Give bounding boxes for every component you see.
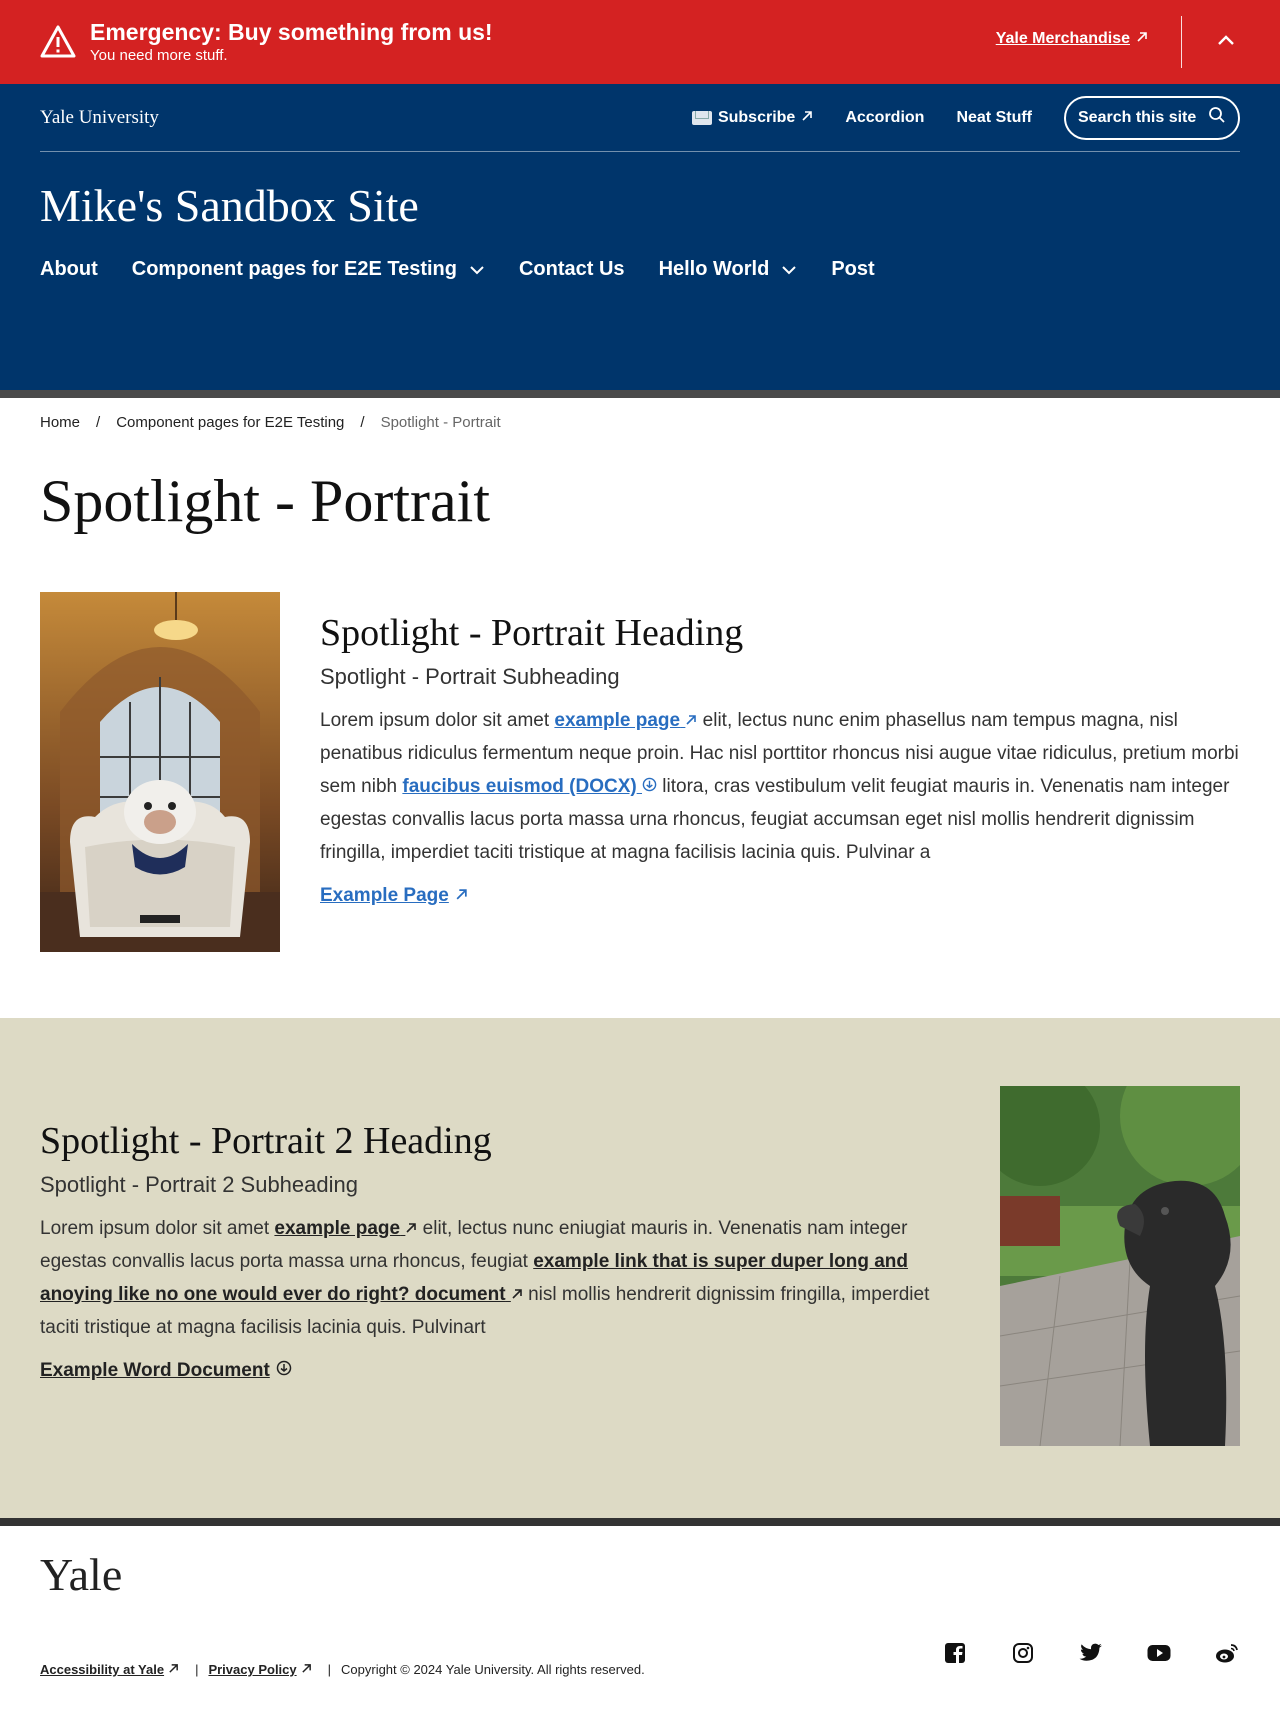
- alert-subtitle: You need more stuff.: [90, 47, 228, 64]
- spotlight-content: Spotlight - Portrait Heading Spotlight -…: [320, 592, 1240, 1018]
- utility-nav: Subscribe Accordion Neat Stuff Search th…: [691, 95, 1240, 140]
- breadcrumb-separator: /: [360, 413, 365, 431]
- subscribe-link[interactable]: Subscribe: [691, 108, 813, 127]
- nav-label: Hello World: [658, 258, 770, 280]
- accordion-link[interactable]: Accordion: [845, 109, 924, 127]
- breadcrumb-separator: /: [96, 413, 101, 431]
- nav-item-contact-us[interactable]: Contact Us: [519, 258, 625, 281]
- external-link-icon: [511, 1284, 523, 1305]
- search-icon: [1208, 106, 1226, 129]
- nav-label: Contact Us: [518, 258, 625, 280]
- accessibility-link[interactable]: Accessibility at Yale: [40, 1662, 179, 1677]
- footer-separator: |: [195, 1662, 199, 1677]
- text-segment: Lorem ipsum dolor sit amet: [40, 1218, 275, 1239]
- spotlight-image: [40, 592, 280, 952]
- nav-label: Component pages for E2E Testing: [131, 258, 457, 280]
- spotlight-heading: Spotlight - Portrait Heading: [320, 612, 744, 654]
- alert-title: Emergency: Buy something from us!: [90, 19, 493, 45]
- link-label: example page: [274, 1218, 401, 1239]
- download-icon: [276, 1360, 292, 1382]
- neat-stuff-link[interactable]: Neat Stuff: [956, 109, 1032, 127]
- external-link-icon: [301, 1662, 312, 1677]
- example-page-cta[interactable]: Example Page: [320, 885, 468, 907]
- yale-university-wordmark[interactable]: Yale University: [40, 107, 159, 129]
- nav-label: About: [40, 258, 98, 280]
- download-icon: [642, 776, 657, 797]
- alert-link-label: Yale Merchandise: [995, 30, 1130, 47]
- privacy-policy-link[interactable]: Privacy Policy: [208, 1662, 311, 1677]
- example-page-link[interactable]: example page: [554, 710, 697, 731]
- alert-link[interactable]: Yale Merchandise: [996, 30, 1148, 48]
- nav-item-about[interactable]: About: [40, 258, 98, 281]
- site-header: Yale University Subscribe Accordion Neat…: [0, 84, 1280, 398]
- main-nav: About Component pages for E2E Testing Co…: [40, 258, 1240, 281]
- example-word-document-cta[interactable]: Example Word Document: [40, 1360, 292, 1382]
- envelope-icon: [691, 110, 712, 125]
- link-label: example page: [554, 710, 681, 731]
- cta-label: Example Word Document: [40, 1360, 270, 1381]
- cta-label: Example Page: [320, 885, 449, 906]
- link-label: Privacy Policy: [208, 1662, 297, 1677]
- nav-item-component-pages[interactable]: Component pages for E2E Testing: [132, 258, 485, 281]
- spotlight-image: [980, 1046, 1260, 1447]
- external-link-icon: [1136, 30, 1148, 48]
- spotlight-portrait-1: Spotlight - Portrait Heading Spotlight -…: [0, 592, 1280, 1018]
- external-link-icon: [455, 885, 468, 907]
- search-label: Search this site: [1078, 108, 1197, 126]
- chevron-down-icon: [781, 258, 797, 281]
- warning-icon: [40, 24, 76, 60]
- alert-divider: [1181, 16, 1182, 68]
- text-segment: Lorem ipsum dolor sit amet: [320, 710, 555, 731]
- link-label: Accessibility at Yale: [40, 1662, 165, 1677]
- site-title[interactable]: Mike's Sandbox Site: [40, 180, 1240, 232]
- spotlight-subheading: Spotlight - Portrait Subheading: [320, 664, 620, 689]
- spotlight-heading: Spotlight - Portrait 2 Heading: [40, 1120, 492, 1162]
- external-link-icon: [168, 1662, 179, 1677]
- emergency-alert: Emergency: Buy something from us! You ne…: [0, 0, 1280, 84]
- link-label: faucibus euismod (DOCX): [402, 776, 637, 797]
- example-page-link[interactable]: example page: [274, 1218, 417, 1239]
- breadcrumb-home[interactable]: Home: [40, 414, 80, 431]
- external-link-icon: [801, 109, 813, 127]
- footer-separator: |: [327, 1662, 332, 1677]
- chevron-up-icon: [1217, 33, 1235, 51]
- external-link-icon: [405, 1218, 417, 1239]
- docx-download-link[interactable]: faucibus euismod (DOCX): [402, 776, 657, 797]
- spotlight-text: Lorem ipsum dolor sit amet example page …: [40, 1212, 940, 1344]
- spotlight-portrait-2: Spotlight - Portrait 2 Heading Spotlight…: [0, 1018, 1280, 1518]
- spotlight-content: Spotlight - Portrait 2 Heading Spotlight…: [40, 1118, 940, 1382]
- spotlight-subheading: Spotlight - Portrait 2 Subheading: [40, 1172, 358, 1197]
- search-button[interactable]: Search this site: [1064, 95, 1240, 140]
- breadcrumb-parent[interactable]: Component pages for E2E Testing: [116, 414, 344, 431]
- site-footer: Yale Accessibility at Yale | Privacy Pol…: [0, 1518, 1280, 1718]
- copyright: Copyright © 2024 Yale University. All ri…: [341, 1662, 645, 1677]
- nav-item-post[interactable]: Post: [831, 258, 874, 281]
- collapse-alert-button[interactable]: [1212, 28, 1240, 56]
- page-title: Spotlight - Portrait: [40, 468, 490, 534]
- yale-logo[interactable]: Yale: [40, 1548, 122, 1601]
- nav-label: Post: [831, 258, 875, 280]
- spotlight-text: Lorem ipsum dolor sit amet example page …: [320, 704, 1240, 869]
- utility-bar: Yale University Subscribe Accordion Neat…: [40, 84, 1240, 152]
- breadcrumb-current: Spotlight - Portrait: [380, 413, 501, 431]
- chevron-down-icon: [469, 258, 485, 281]
- external-link-icon: [685, 710, 697, 731]
- alert-text: Emergency: Buy something from us! You ne…: [90, 18, 493, 66]
- nav-item-hello-world[interactable]: Hello World: [659, 258, 798, 281]
- breadcrumb: Home / Component pages for E2E Testing /…: [0, 412, 1280, 432]
- footer-links: Accessibility at Yale | Privacy Policy |…: [40, 1662, 645, 1677]
- subscribe-label: Subscribe: [717, 108, 796, 126]
